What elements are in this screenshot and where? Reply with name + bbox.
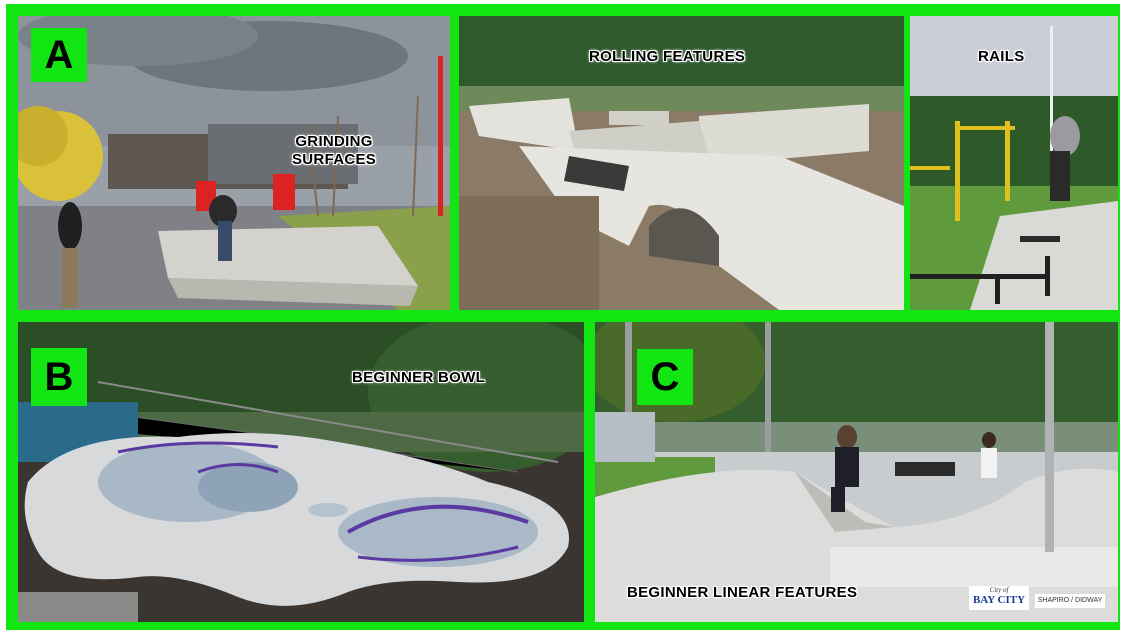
bay-city-logo-name: BAY CITY — [972, 594, 1026, 606]
beginner-linear-photo: C BEGINNER LINEAR FEATURES City of BAY C… — [595, 322, 1118, 622]
rolling-features-photo: ROLLING FEATURES — [459, 16, 904, 310]
rolling-features-caption: ROLLING FEATURES — [589, 48, 746, 65]
rails-photo: RAILS — [910, 16, 1118, 310]
beginner-bowl-photo: B BEGINNER BOWL — [18, 322, 584, 622]
badge-a: A — [31, 28, 87, 82]
bay-city-logo-script: City of — [989, 586, 1009, 594]
grinding-caption: GRINDING SURFACES — [292, 133, 376, 169]
rails-caption: RAILS — [978, 48, 1025, 65]
firm-logo: SHAPIRO / DIDWAY — [1035, 594, 1105, 608]
grinding-caption-line1: GRINDING — [295, 133, 373, 150]
bay-city-logo: City of BAY CITY — [969, 586, 1029, 610]
collage-frame: A GRINDING SURFACES ROLLING FEATURES RAI… — [6, 4, 1120, 630]
beginner-bowl-caption: BEGINNER BOWL — [352, 369, 486, 386]
badge-c: C — [637, 349, 693, 405]
beginner-linear-caption: BEGINNER LINEAR FEATURES — [627, 584, 858, 601]
grinding-surfaces-photo: A GRINDING SURFACES — [18, 16, 450, 310]
badge-b: B — [31, 348, 87, 406]
grinding-caption-line2: SURFACES — [292, 151, 377, 168]
